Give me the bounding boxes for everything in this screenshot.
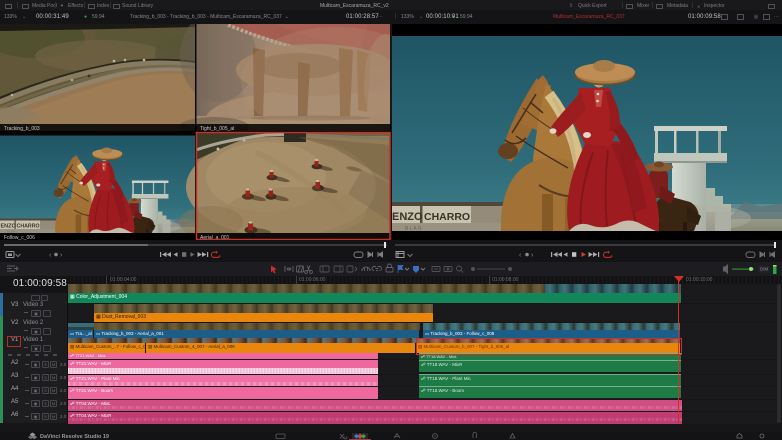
svg-text:‹: ‹ (519, 252, 522, 259)
svg-text:DaVinci Resolve Studio 19: DaVinci Resolve Studio 19 (40, 434, 109, 440)
svg-text:‹: ‹ (49, 252, 52, 259)
svg-text:Tight_b_005_al: Tight_b_005_al (200, 126, 234, 132)
svg-text:›: › (531, 252, 534, 259)
svg-text:Tracking_b_003: Tracking_b_003 (4, 126, 40, 132)
svg-text:DIM: DIM (760, 267, 769, 272)
svg-text:›: › (60, 252, 63, 259)
